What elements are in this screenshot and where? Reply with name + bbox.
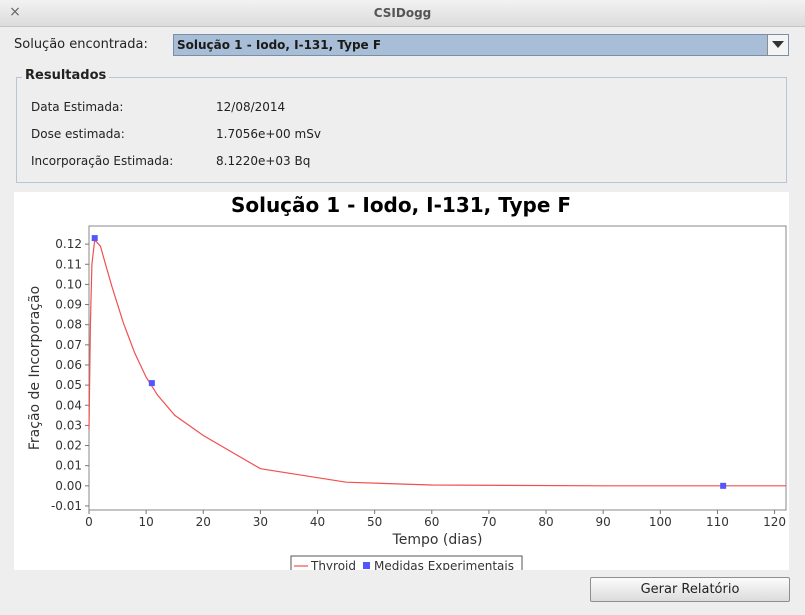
y-tick-label: 0.07 (55, 338, 82, 352)
x-tick-label: 50 (367, 515, 382, 529)
x-tick-label: 40 (310, 515, 325, 529)
results-title: Resultados (22, 68, 110, 83)
x-tick-label: 110 (706, 515, 729, 529)
y-tick-label: -0.01 (51, 499, 82, 513)
y-tick-label: 0.10 (55, 277, 82, 291)
estimated-dose-label: Dose estimada: (31, 127, 125, 141)
y-tick-label: 0.06 (55, 358, 82, 372)
x-tick-label: 30 (253, 515, 268, 529)
x-tick-label: 100 (649, 515, 672, 529)
y-tick-label: 0.08 (55, 318, 82, 332)
y-tick-label: 0.11 (55, 257, 82, 271)
estimated-date-value: 12/08/2014 (216, 100, 286, 114)
y-tick-label: 0.05 (55, 378, 82, 392)
x-tick-label: 80 (538, 515, 553, 529)
chart-panel: Solução 1 - Iodo, I-131, Type F 0 10 20 30 40… (14, 192, 789, 570)
x-axis-label: Tempo (dias) (392, 532, 483, 548)
y-tick-label: 0.00 (55, 479, 82, 493)
solution-dropdown-value: Solução 1 - Iodo, I-131, Type F (177, 38, 382, 52)
window-title: CSIDogg (373, 6, 432, 20)
x-tick-label: 20 (196, 515, 211, 529)
plot-area (88, 225, 787, 511)
y-tick-label: 0.12 (55, 237, 82, 251)
solution-dropdown[interactable]: Solução 1 - Iodo, I-131, Type F (173, 34, 789, 56)
data-point-experimental (91, 235, 98, 242)
y-tick-label: 0.04 (55, 398, 82, 412)
estimated-date-label: Data Estimada: (31, 100, 124, 114)
y-tick-label: 0.09 (55, 298, 82, 312)
x-tick-label: 0 (85, 515, 93, 529)
data-point-experimental (148, 380, 155, 387)
x-tick-label: 120 (763, 515, 786, 529)
y-tick-label: 0.01 (55, 459, 82, 473)
x-tick-label: 90 (596, 515, 611, 529)
x-tick-label: 60 (424, 515, 439, 529)
generate-report-button[interactable]: Gerar Relatório (590, 577, 790, 602)
chevron-down-icon (772, 41, 784, 48)
x-tick-label: 70 (481, 515, 496, 529)
y-tick-label: 0.03 (55, 418, 82, 432)
title-bar: × CSIDogg (0, 0, 805, 27)
dropdown-arrow-button[interactable] (767, 35, 788, 55)
estimated-dose-value: 1.7056e+00 mSv (216, 127, 321, 141)
estimated-intake-value: 8.1220e+03 Bq (216, 154, 311, 168)
y-axis-label: Fração de Incorporação (27, 286, 43, 450)
legend-label-thyroid: Thyroid (310, 559, 356, 570)
data-point-experimental (720, 482, 727, 489)
legend-label-experimental: Medidas Experimentais (374, 559, 514, 570)
estimated-intake-label: Incorporação Estimada: (31, 154, 174, 168)
x-tick-label: 10 (138, 515, 153, 529)
chart-title: Solução 1 - Iodo, I-131, Type F (231, 193, 571, 217)
legend-marker-swatch (363, 562, 370, 569)
chart: Solução 1 - Iodo, I-131, Type F 0 10 20 30 40… (27, 193, 787, 570)
solution-label: Solução encontrada: (14, 37, 148, 52)
y-tick-label: 0.02 (55, 439, 82, 453)
